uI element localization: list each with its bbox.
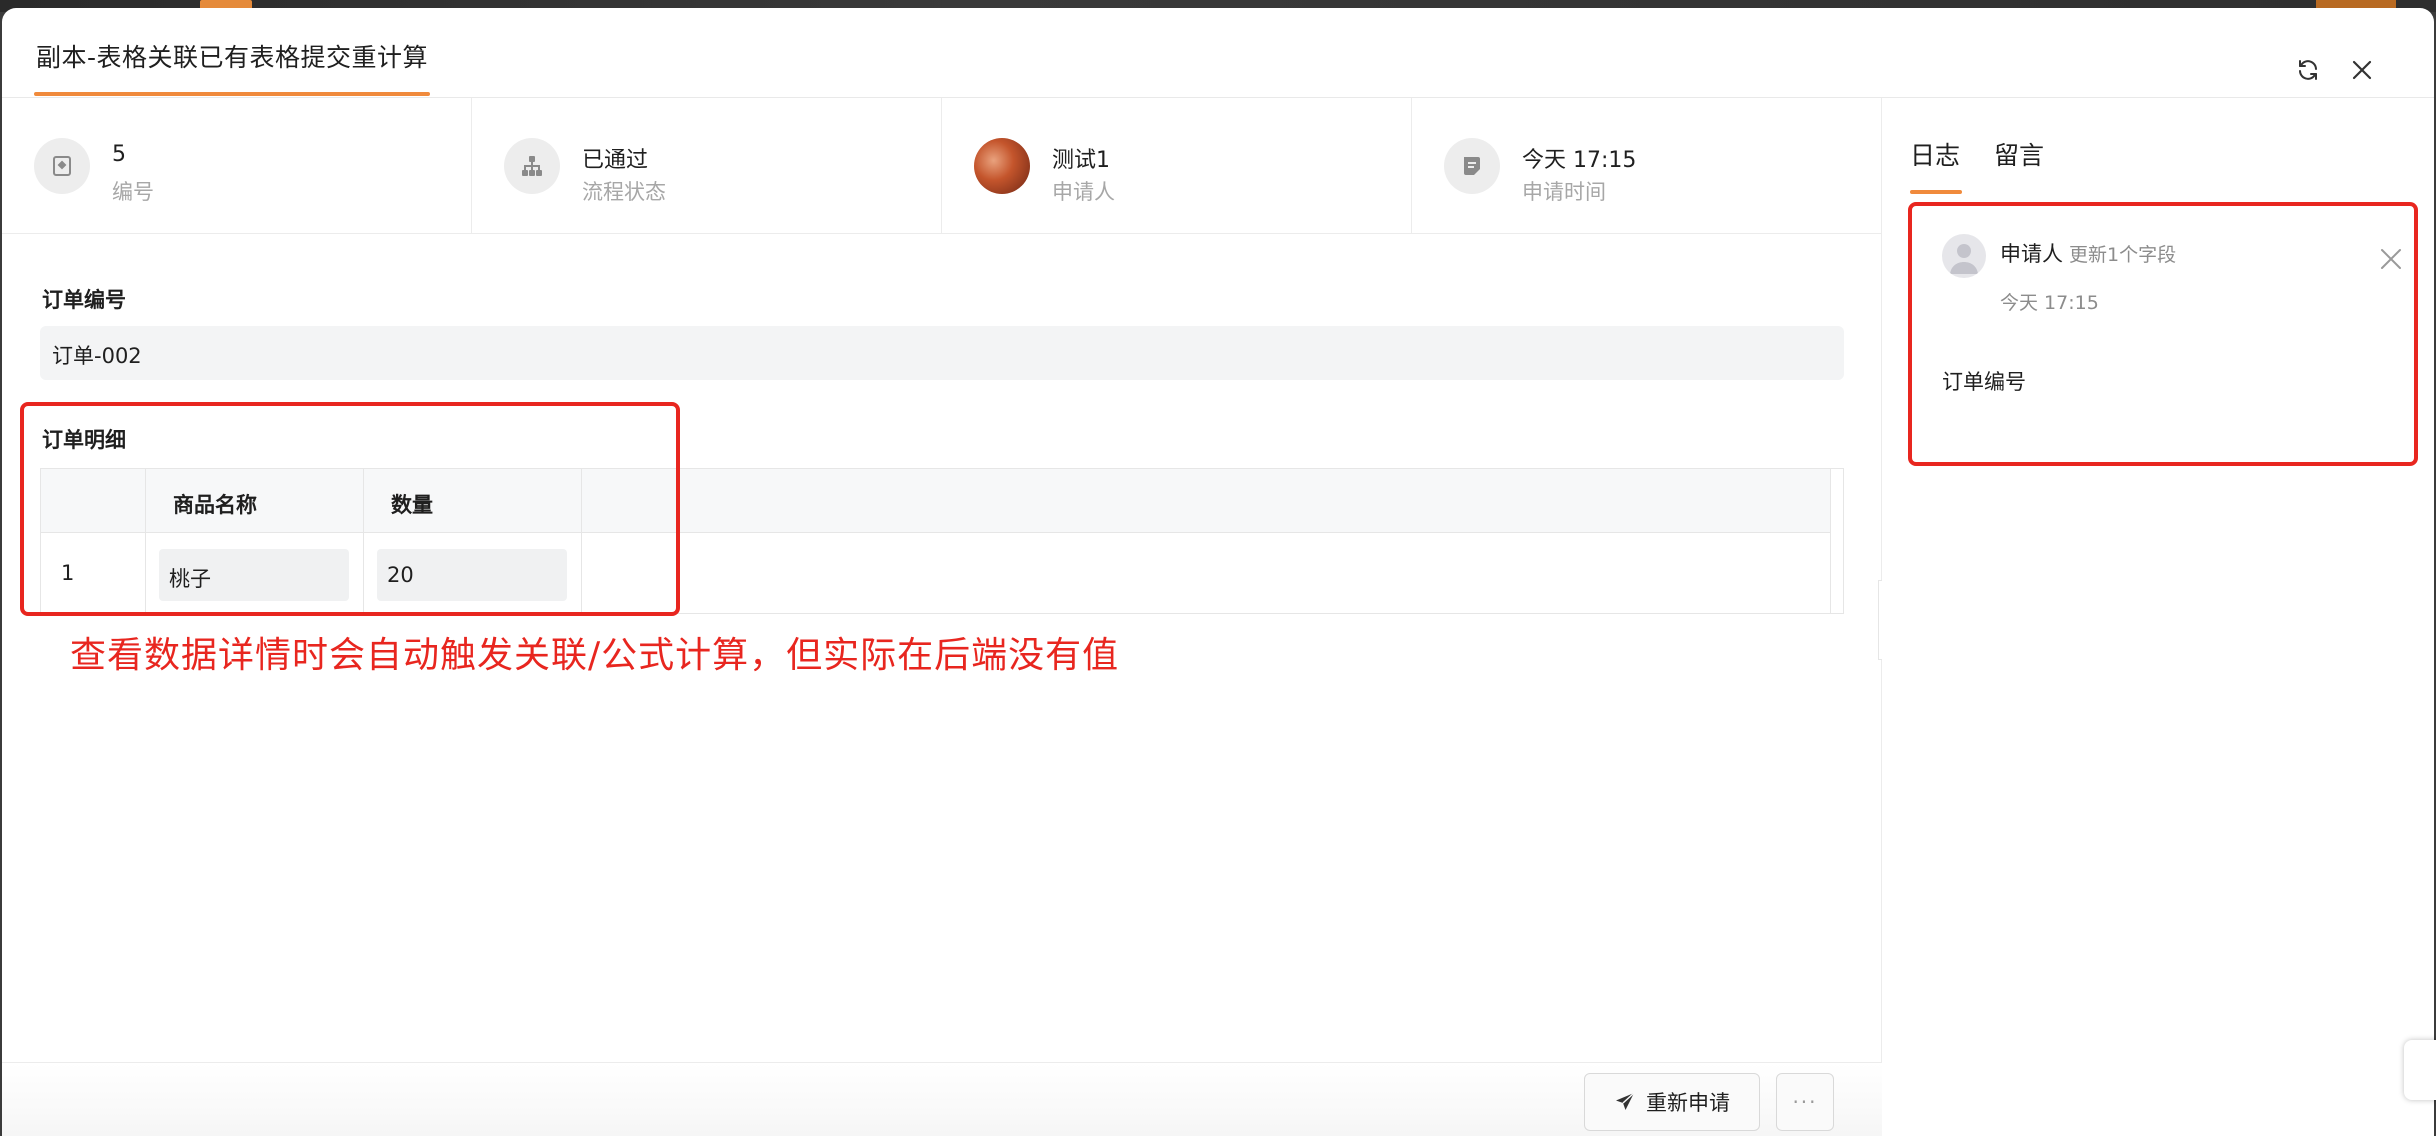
reapply-label: 重新申请 (1646, 1091, 1730, 1115)
more-button[interactable]: ··· (1776, 1073, 1834, 1131)
modal-header: 副本-表格关联已有表格提交重计算 (2, 8, 2434, 98)
annotation-highlight-box (20, 402, 680, 616)
side-panel: 日志 留言 申请人 更新1个字段 今天 17:15 订单编号 (1882, 98, 2434, 1136)
close-icon[interactable] (2346, 54, 2378, 86)
flowchart-icon (504, 138, 560, 194)
applicant-value: 测试1 (1052, 148, 1110, 173)
modal-title: 副本-表格关联已有表格提交重计算 (36, 43, 429, 72)
info-apply-time: 今天 17:15 申请时间 (1412, 98, 1882, 234)
record-detail-modal: 副本-表格关联已有表格提交重计算 5 编号 已通过 流程状态 测试1 申请人 今… (2, 8, 2434, 1136)
info-applicant: 测试1 申请人 (942, 98, 1412, 234)
order-number-field[interactable]: 订单-002 (40, 326, 1844, 380)
detail-main-pane: 5 编号 已通过 流程状态 测试1 申请人 今天 17:15 申请时间 订单编号… (2, 98, 1882, 1136)
document-icon (1444, 138, 1500, 194)
record-number-value: 5 (112, 142, 126, 167)
reapply-button[interactable]: 重新申请 (1584, 1073, 1760, 1131)
applicant-label: 申请人 (1052, 180, 1115, 204)
send-icon (1616, 1092, 1635, 1110)
tab-log[interactable]: 日志 (1910, 136, 1960, 172)
active-tab-underline (1910, 190, 1962, 194)
order-number-label: 订单编号 (42, 288, 126, 312)
apply-time-label: 申请时间 (1522, 180, 1606, 204)
modal-footer: 重新申请 ··· (2, 1062, 1882, 1136)
tab-comments[interactable]: 留言 (1994, 136, 2044, 172)
info-bar: 5 编号 已通过 流程状态 测试1 申请人 今天 17:15 申请时间 (2, 98, 1882, 234)
avatar (974, 138, 1030, 194)
floating-tool-widget[interactable] (2404, 1040, 2436, 1100)
apply-time-value: 今天 17:15 (1522, 148, 1637, 173)
title-active-underline (34, 92, 430, 96)
order-number-value: 订单-002 (52, 344, 142, 368)
bookmark-icon (34, 138, 90, 194)
more-icon: ··· (1792, 1090, 1818, 1114)
annotation-text: 查看数据详情时会自动触发关联/公式计算，但实际在后端没有值 (70, 635, 1120, 676)
refresh-icon[interactable] (2292, 54, 2324, 86)
flow-status-value: 已通过 (582, 148, 649, 173)
info-flow-status: 已通过 流程状态 (472, 98, 942, 234)
table-scrollbar[interactable] (1830, 469, 1843, 613)
flow-status-label: 流程状态 (582, 180, 666, 204)
annotation-highlight-box (1908, 202, 2418, 466)
info-record-number: 5 编号 (2, 98, 472, 234)
record-number-label: 编号 (112, 180, 154, 204)
